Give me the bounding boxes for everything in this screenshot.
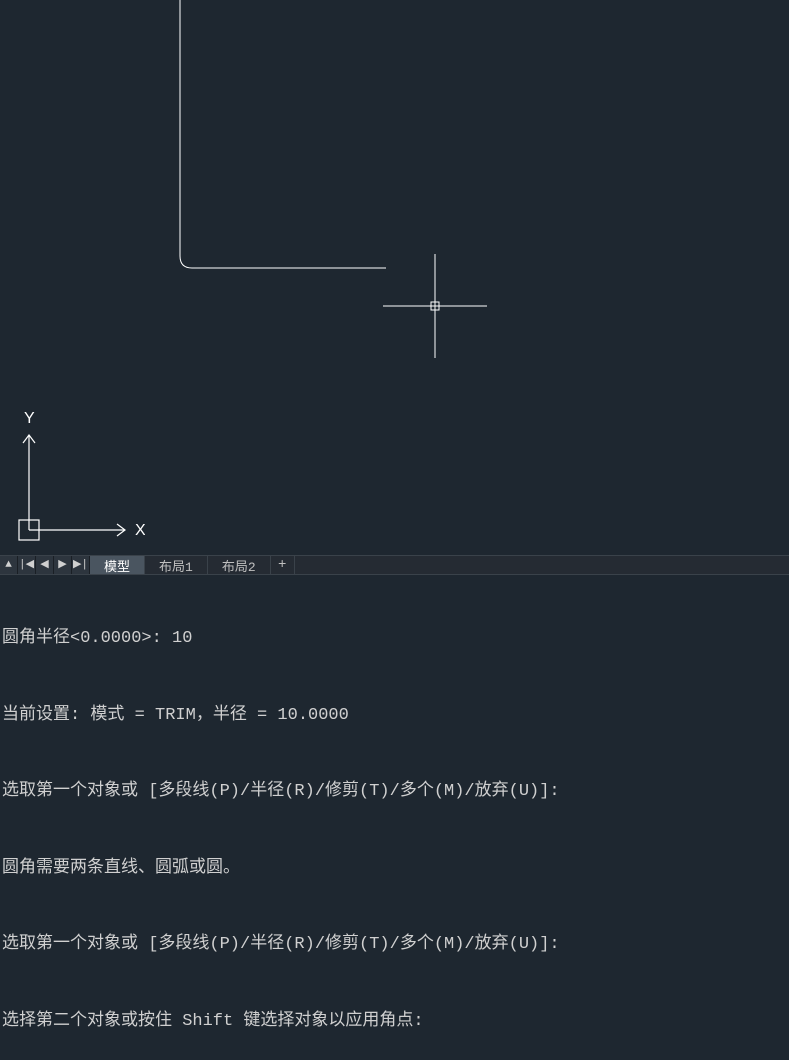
tab-layout1[interactable]: 布局1 [145, 556, 208, 574]
command-line: 选取第一个对象或 [多段线(P)/半径(R)/修剪(T)/多个(M)/放弃(U)… [2, 779, 787, 805]
tab-nav-next[interactable]: ▶ [54, 556, 72, 574]
drawing-canvas[interactable]: X Y [0, 0, 789, 555]
ucs-x-label: X [135, 522, 145, 539]
ucs-icon: X Y [15, 405, 145, 545]
tab-nav-up[interactable]: ▲ [0, 556, 18, 574]
tab-layout2[interactable]: 布局2 [208, 556, 271, 574]
command-line: 选取第一个对象或 [多段线(P)/半径(R)/修剪(T)/多个(M)/放弃(U)… [2, 932, 787, 958]
tab-nav-first[interactable]: |◀ [18, 556, 36, 574]
command-line: 当前设置: 模式 = TRIM，半径 = 10.0000 [2, 703, 787, 729]
tab-model[interactable]: 模型 [90, 556, 145, 574]
command-history[interactable]: 圆角半径<0.0000>: 10 当前设置: 模式 = TRIM，半径 = 10… [0, 575, 789, 1060]
fillet-line [180, 0, 386, 268]
tab-add[interactable]: + [271, 556, 295, 574]
command-line: 选择第二个对象或按住 Shift 键选择对象以应用角点: [2, 1009, 787, 1035]
command-line: 圆角半径<0.0000>: 10 [2, 626, 787, 652]
layout-tab-bar: ▲ |◀ ◀ ▶ ▶| 模型 布局1 布局2 + [0, 555, 789, 575]
ucs-y-label: Y [24, 410, 35, 427]
command-line: 圆角需要两条直线、圆弧或圆。 [2, 856, 787, 882]
tab-nav-last[interactable]: ▶| [72, 556, 90, 574]
tab-nav-prev[interactable]: ◀ [36, 556, 54, 574]
